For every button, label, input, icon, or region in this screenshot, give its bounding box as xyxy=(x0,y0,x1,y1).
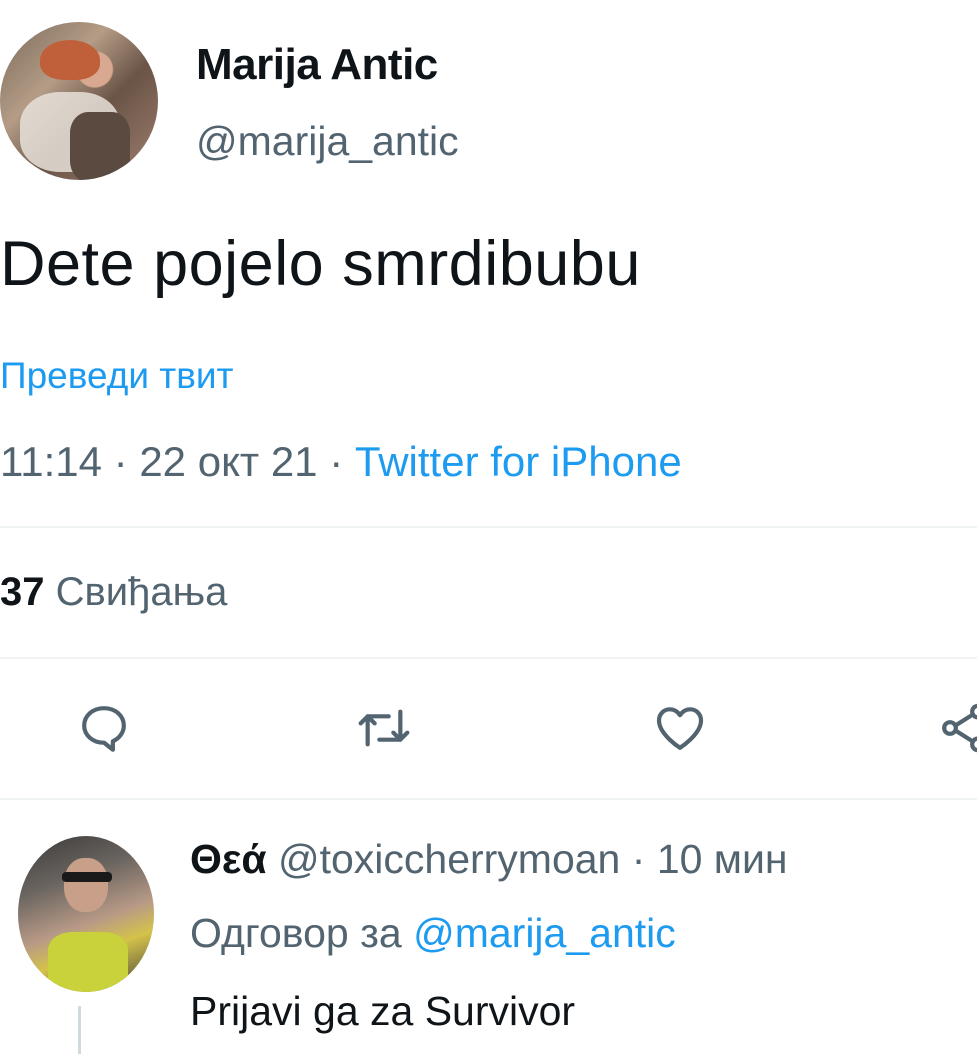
like-button[interactable] xyxy=(652,700,708,756)
reply-author-handle[interactable]: @toxiccherrymoan xyxy=(278,836,620,882)
reply-header: Θεά @toxiccherrymoan · 10 мин xyxy=(190,836,788,883)
reply-text: Prijavi ga za Survivor xyxy=(190,988,576,1034)
thread-line xyxy=(78,1006,81,1054)
tweet-source-link[interactable]: Twitter for iPhone xyxy=(355,438,682,485)
meta-separator: · xyxy=(317,438,355,485)
replying-to: Одговор за @marija_antic xyxy=(190,910,676,957)
reply-author-avatar[interactable] xyxy=(18,836,154,992)
reply-button[interactable] xyxy=(76,700,132,756)
avatar-figure xyxy=(40,40,100,80)
likes-count: 37 xyxy=(0,570,45,614)
likes-stat[interactable]: 37 Свиђања xyxy=(0,570,227,615)
retweet-button[interactable] xyxy=(356,700,412,756)
meta-separator: · xyxy=(102,438,140,485)
retweet-icon xyxy=(358,709,410,747)
tweet-date[interactable]: 22 окт 21 xyxy=(139,438,317,485)
tweet-time[interactable]: 11:14 xyxy=(0,438,102,485)
replying-prefix: Одговор за xyxy=(190,910,402,956)
avatar-figure xyxy=(62,872,112,882)
divider xyxy=(0,657,977,659)
reply-time[interactable]: 10 мин xyxy=(657,836,788,882)
tweet-meta: 11:14 · 22 окт 21 · Twitter for iPhone xyxy=(0,438,682,486)
replying-to-handle[interactable]: @marija_antic xyxy=(413,910,676,956)
share-icon xyxy=(942,703,977,753)
divider xyxy=(0,526,977,528)
divider xyxy=(0,798,977,800)
likes-label: Свиђања xyxy=(55,570,228,614)
author-avatar[interactable] xyxy=(0,22,158,180)
tweet-text: Dete pojelo smrdibubu xyxy=(0,229,641,299)
author-handle[interactable]: @marija_antic xyxy=(196,118,459,165)
avatar-figure xyxy=(64,858,108,912)
share-button[interactable] xyxy=(936,700,977,756)
heart-icon xyxy=(656,707,704,750)
avatar-figure xyxy=(48,932,128,992)
avatar-figure xyxy=(70,112,130,180)
author-name[interactable]: Marija Antic xyxy=(196,40,438,90)
translate-tweet-link[interactable]: Преведи твит xyxy=(0,355,234,397)
meta-separator: · xyxy=(620,836,657,882)
reply-icon xyxy=(82,706,126,752)
reply-author-name[interactable]: Θεά xyxy=(190,836,267,882)
